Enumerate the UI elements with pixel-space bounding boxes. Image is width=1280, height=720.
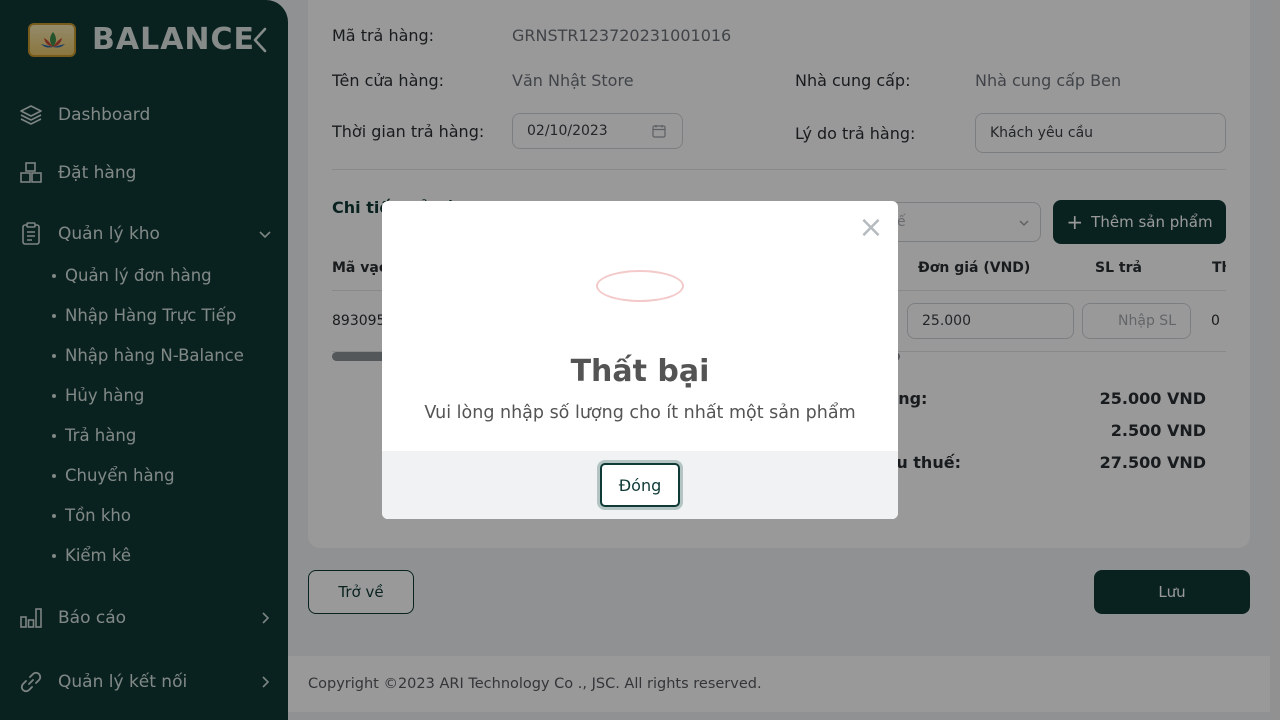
error-dialog: × Thất bại Vui lòng nhập số lượng cho ít… (382, 201, 898, 519)
error-icon (596, 270, 684, 302)
close-icon[interactable]: × (858, 213, 884, 243)
dialog-message: Vui lòng nhập số lượng cho ít nhất một s… (424, 403, 856, 423)
dialog-title: Thất bại (570, 354, 710, 389)
dialog-close-button[interactable]: Đóng (600, 463, 680, 507)
